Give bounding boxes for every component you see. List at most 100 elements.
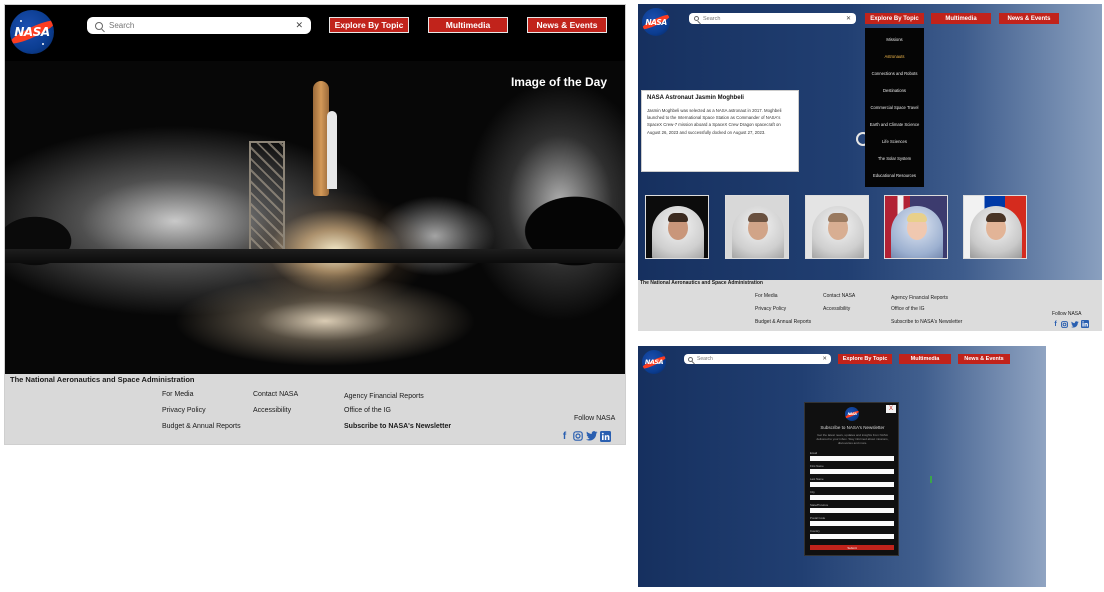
footer-link-newsletter[interactable]: Subscribe to NASA's Newsletter <box>891 319 962 325</box>
email-field[interactable] <box>810 456 894 461</box>
image-of-the-day-caption: Image of the Day <box>510 75 607 89</box>
twitter-icon[interactable] <box>1069 320 1080 328</box>
astronaut-portrait[interactable] <box>645 195 709 259</box>
search-input[interactable] <box>697 356 823 362</box>
clear-search-icon[interactable]: ✕ <box>822 356 827 362</box>
nav-multimedia[interactable]: Multimedia <box>428 17 508 33</box>
astronaut-portrait[interactable] <box>884 195 948 259</box>
nav-news-events[interactable]: News & Events <box>527 17 607 33</box>
search-icon <box>95 21 103 30</box>
nav-explore-by-topic[interactable]: Explore By Topic <box>865 13 924 24</box>
hero-water-reflection <box>155 266 475 374</box>
footer-link-privacy-policy[interactable]: Privacy Policy <box>755 306 786 312</box>
footer-link-accessibility[interactable]: Accessibility <box>253 407 291 414</box>
hair <box>907 213 927 222</box>
site-footer: The National Aeronautics and Space Admin… <box>638 280 1102 331</box>
astronaut-info-card: NASA Astronaut Jasmin Moghbeli Jasmin Mo… <box>641 90 799 172</box>
postal-code-field[interactable] <box>810 521 894 526</box>
search-bar[interactable]: ✕ <box>684 354 831 364</box>
field-label-first-name: First Name <box>810 464 824 468</box>
footer-link-financial-reports[interactable]: Agency Financial Reports <box>891 295 948 301</box>
astronaut-bio: Jasmin Moghbeli was selected as a NASA a… <box>647 108 782 135</box>
city-field[interactable] <box>810 495 894 500</box>
dropdown-item-life-sciences[interactable]: Life Sciences <box>865 139 924 144</box>
linkedin-icon[interactable] <box>599 430 612 442</box>
dropdown-item-solar-system[interactable]: The Solar System <box>865 156 924 161</box>
nav-multimedia[interactable]: Multimedia <box>931 13 991 24</box>
facebook-icon[interactable]: f <box>558 431 571 442</box>
footer-link-budget-reports[interactable]: Budget & Annual Reports <box>755 319 811 325</box>
dropdown-item-commercial-travel[interactable]: Commercial Space Travel <box>865 105 924 110</box>
image-of-the-day[interactable]: Image of the Day <box>5 61 625 374</box>
country-field[interactable] <box>810 534 894 539</box>
state-field[interactable] <box>810 508 894 513</box>
footer-link-financial-reports[interactable]: Agency Financial Reports <box>344 393 424 400</box>
nav-multimedia[interactable]: Multimedia <box>899 354 951 364</box>
linkedin-icon[interactable] <box>1080 320 1089 328</box>
nasa-logo[interactable]: NASA <box>642 8 670 36</box>
nav-explore-by-topic[interactable]: Explore By Topic <box>329 17 409 33</box>
astronaut-portrait[interactable] <box>805 195 869 259</box>
footer-link-office-ig[interactable]: Office of the IG <box>344 407 391 414</box>
dropdown-item-astronauts[interactable]: Astronauts <box>865 54 924 59</box>
submit-button[interactable]: Submit <box>810 545 894 550</box>
nav-explore-by-topic[interactable]: Explore By Topic <box>838 354 892 364</box>
follow-nasa-label: Follow NASA <box>574 415 616 422</box>
logo-star <box>42 43 44 45</box>
follow-nasa-label: Follow NASA <box>1052 311 1082 317</box>
footer-link-for-media[interactable]: For Media <box>162 391 194 398</box>
search-bar[interactable]: ✕ <box>87 17 311 34</box>
twitter-icon[interactable] <box>584 431 599 442</box>
search-input[interactable] <box>109 21 296 30</box>
clear-search-icon[interactable]: ✕ <box>846 15 851 22</box>
dropdown-item-missions[interactable]: Missions <box>865 37 924 42</box>
facebook-icon[interactable]: f <box>1051 320 1060 328</box>
first-name-field[interactable] <box>810 469 894 474</box>
home-screen: NASA ✕ Explore By Topic Multimedia News … <box>4 4 626 445</box>
dropdown-item-connections-robots[interactable]: Connections and Robots <box>865 71 924 76</box>
clear-search-icon[interactable]: ✕ <box>295 20 303 31</box>
newsletter-screen: NASA ✕ Explore By Topic Multimedia News … <box>638 346 1046 587</box>
top-navigation-bar: NASA ✕ Explore By Topic Multimedia News … <box>5 5 625 61</box>
logo-wordmark: NASA <box>14 25 50 39</box>
social-links: f <box>558 430 612 442</box>
search-icon <box>688 356 693 362</box>
search-bar[interactable]: ✕ <box>689 13 856 24</box>
field-label-email: Email <box>810 451 817 455</box>
newsletter-modal: NASA X Subscribe to NASA's Newsletter Ge… <box>804 402 899 556</box>
footer-link-privacy-policy[interactable]: Privacy Policy <box>162 407 206 414</box>
nav-news-events[interactable]: News & Events <box>958 354 1010 364</box>
hero-launch-pad <box>5 249 625 263</box>
nasa-logo[interactable]: NASA <box>10 10 54 54</box>
astronauts-screen: NASA ✕ Explore By Topic Multimedia News … <box>638 4 1102 331</box>
dropdown-item-earth-climate[interactable]: Earth and Climate Science <box>865 122 924 127</box>
dropdown-item-educational-resources[interactable]: Educational Resources <box>865 173 924 178</box>
instagram-icon[interactable] <box>1060 320 1069 328</box>
nasa-logo: NASA <box>845 407 859 421</box>
hair <box>828 213 848 222</box>
field-label-last-name: Last Name <box>810 477 824 481</box>
footer-link-accessibility[interactable]: Accessibility <box>823 306 850 312</box>
close-icon[interactable]: X <box>886 405 896 413</box>
dropdown-item-destinations[interactable]: Destinations <box>865 88 924 93</box>
astronaut-portrait[interactable] <box>963 195 1027 259</box>
mouse-cursor <box>930 476 932 483</box>
site-footer: The National Aeronautics and Space Admin… <box>5 374 625 444</box>
nav-news-events[interactable]: News & Events <box>999 13 1059 24</box>
logo-wordmark: NASA <box>847 412 857 416</box>
footer-link-for-media[interactable]: For Media <box>755 293 778 299</box>
field-label-postal-code: Postal Code <box>810 516 826 520</box>
astronaut-portrait[interactable] <box>725 195 789 259</box>
hero-orbiter <box>327 111 337 189</box>
instagram-icon[interactable] <box>571 431 584 442</box>
footer-link-contact-nasa[interactable]: Contact NASA <box>253 391 298 398</box>
logo-star <box>20 20 22 22</box>
footer-link-budget-reports[interactable]: Budget & Annual Reports <box>162 423 241 430</box>
footer-link-office-ig[interactable]: Office of the IG <box>891 306 925 312</box>
footer-link-newsletter[interactable]: Subscribe to NASA's Newsletter <box>344 423 451 430</box>
search-input[interactable] <box>703 15 846 22</box>
hair <box>668 213 688 222</box>
last-name-field[interactable] <box>810 482 894 487</box>
nasa-logo[interactable]: NASA <box>642 350 666 374</box>
footer-link-contact-nasa[interactable]: Contact NASA <box>823 293 855 299</box>
